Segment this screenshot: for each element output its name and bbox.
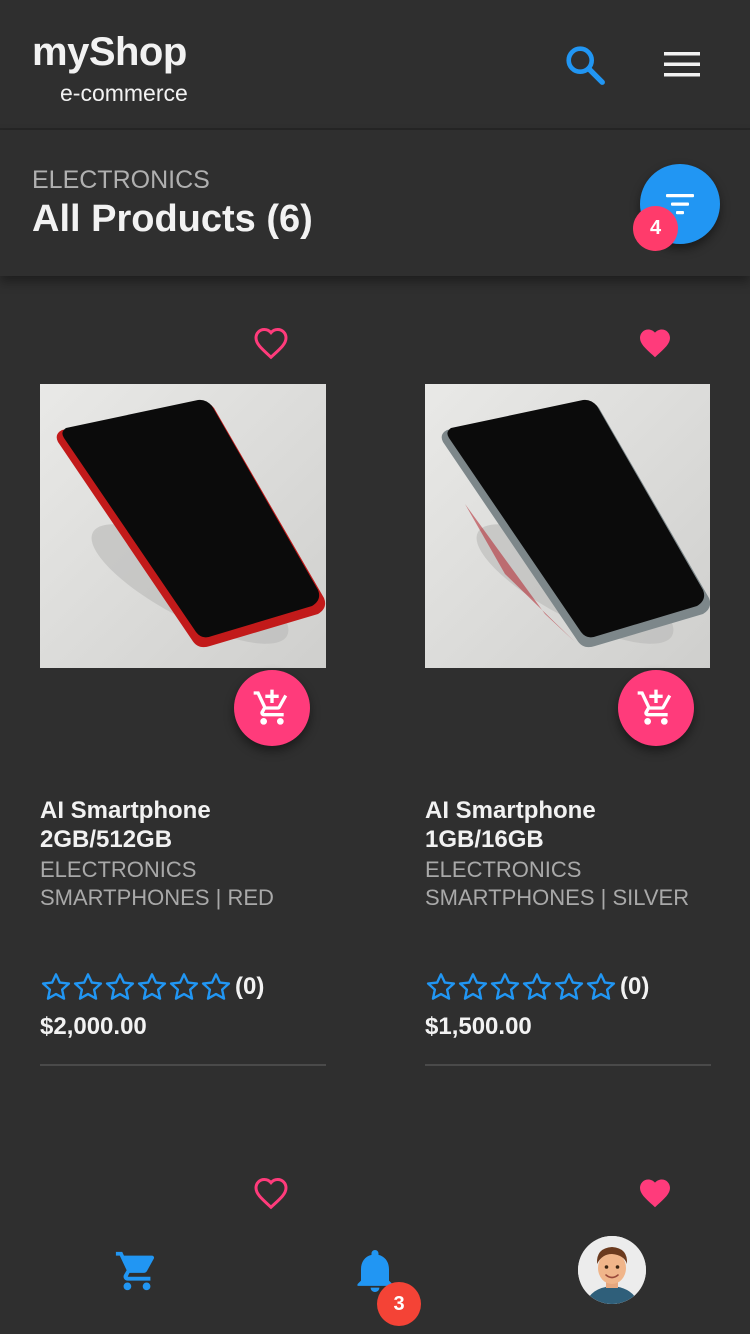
search-button[interactable] bbox=[562, 42, 608, 88]
product-name[interactable]: AI Smartphone 1GB/16GB bbox=[425, 796, 715, 854]
star-outline-icon bbox=[137, 973, 167, 1000]
cart-icon bbox=[115, 1251, 155, 1291]
star-outline-icon bbox=[41, 973, 71, 1000]
star-outline-icon bbox=[426, 973, 456, 1000]
product-name[interactable]: AI Smartphone 2GB/512GB bbox=[40, 796, 330, 854]
app-subtitle: e-commerce bbox=[60, 80, 188, 106]
star-outline-icon bbox=[522, 973, 552, 1000]
star-rating bbox=[425, 971, 617, 1003]
add-cart-icon bbox=[637, 689, 672, 725]
search-icon bbox=[566, 46, 605, 85]
heart-filled-icon bbox=[640, 329, 670, 358]
product-price: $2,000.00 bbox=[40, 1013, 147, 1040]
product-rating: (0) bbox=[425, 970, 649, 1004]
favorite-button[interactable] bbox=[637, 326, 673, 360]
app-root: myShop e-commerce ELECTRONICS All Produc… bbox=[0, 0, 750, 1334]
product-image[interactable] bbox=[40, 384, 326, 668]
star-outline-icon bbox=[73, 973, 103, 1000]
star-outline-icon bbox=[458, 973, 488, 1000]
product-price: $1,500.00 bbox=[425, 1013, 532, 1040]
category-header: ELECTRONICS All Products (6) bbox=[0, 130, 750, 276]
star-outline-icon bbox=[586, 973, 616, 1000]
favorite-button[interactable] bbox=[253, 1176, 289, 1210]
rating-count: (0) bbox=[620, 973, 650, 1000]
top-app-bar: myShop e-commerce bbox=[0, 0, 750, 130]
star-outline-icon bbox=[105, 973, 135, 1000]
heart-filled-icon bbox=[640, 1179, 670, 1208]
add-cart-icon bbox=[253, 689, 288, 725]
divider bbox=[425, 1064, 711, 1066]
profile-avatar-icon bbox=[578, 1236, 646, 1304]
menu-icon bbox=[664, 52, 700, 77]
star-rating bbox=[40, 971, 232, 1003]
product-rating: (0) bbox=[40, 970, 264, 1004]
star-outline-icon bbox=[201, 973, 231, 1000]
star-outline-icon bbox=[490, 973, 520, 1000]
category-label: ELECTRONICS bbox=[32, 166, 210, 194]
filter-count-badge: 4 bbox=[633, 206, 678, 251]
add-to-cart-button[interactable] bbox=[618, 670, 694, 746]
star-outline-icon bbox=[554, 973, 584, 1000]
rating-count: (0) bbox=[235, 973, 265, 1000]
favorite-button[interactable] bbox=[253, 326, 289, 360]
app-title: myShop bbox=[32, 30, 187, 74]
notification-count-badge: 3 bbox=[377, 1282, 421, 1326]
product-category: ELECTRONICS SMARTPHONES | SILVER bbox=[425, 857, 690, 910]
heart-outline-icon bbox=[254, 327, 288, 360]
heart-outline-icon bbox=[254, 1177, 288, 1210]
add-to-cart-button[interactable] bbox=[234, 670, 310, 746]
divider bbox=[40, 1064, 326, 1066]
menu-button[interactable] bbox=[658, 44, 706, 84]
bottom-navigation: 3 bbox=[0, 1212, 750, 1334]
nav-cart-button[interactable] bbox=[114, 1248, 160, 1294]
product-category: ELECTRONICS SMARTPHONES | RED bbox=[40, 857, 274, 910]
product-image[interactable] bbox=[425, 384, 710, 668]
avatar[interactable] bbox=[578, 1236, 646, 1304]
page-title: All Products (6) bbox=[32, 198, 313, 240]
star-outline-icon bbox=[169, 973, 199, 1000]
favorite-button[interactable] bbox=[637, 1176, 673, 1210]
